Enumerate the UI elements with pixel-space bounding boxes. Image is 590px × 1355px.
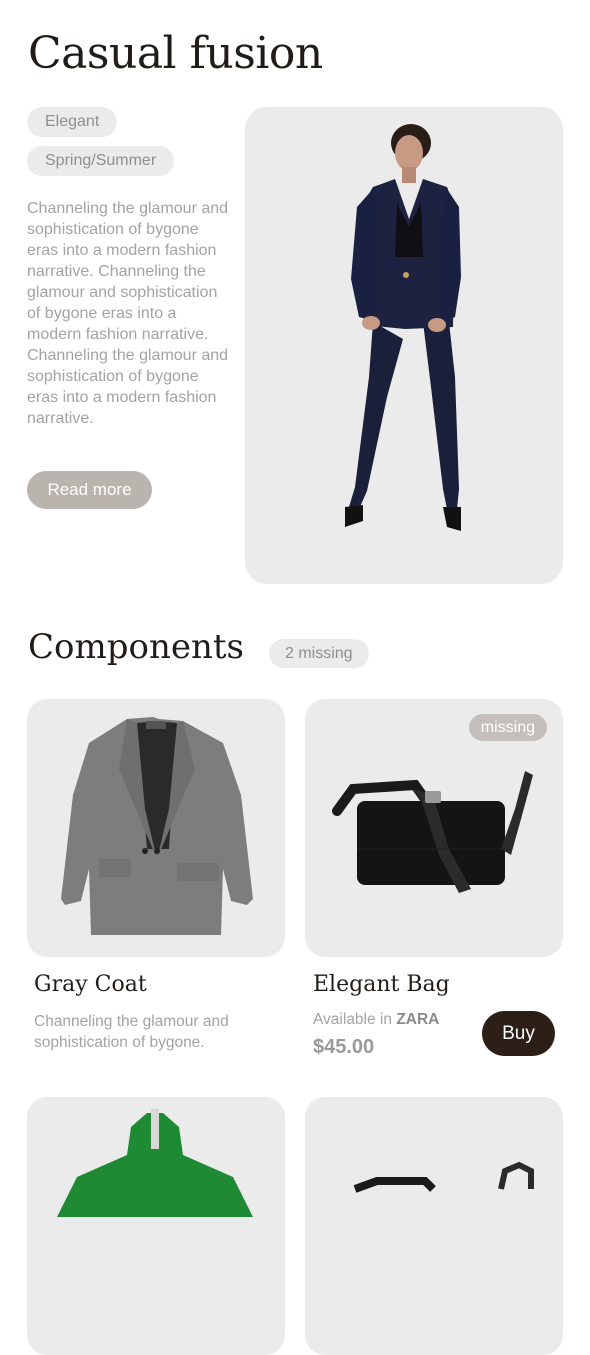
- component-name-gray-coat[interactable]: Gray Coat: [34, 972, 147, 997]
- price-label: $45.00: [313, 1036, 375, 1058]
- look-title: Casual fusion: [28, 28, 323, 79]
- look-hero-image: [245, 107, 563, 584]
- component-description-gray-coat: Channeling the glamour and sophisticatio…: [34, 1013, 229, 1051]
- store-name[interactable]: ZARA: [396, 1011, 439, 1028]
- read-more-button[interactable]: Read more: [27, 471, 152, 509]
- component-card-gray-coat[interactable]: [27, 699, 285, 957]
- green-jacket-image: [57, 1109, 253, 1217]
- availability-prefix: Available in: [313, 1011, 392, 1028]
- component-card-elegant-bag[interactable]: missing: [305, 699, 563, 957]
- gray-coat-image: [61, 717, 253, 935]
- buy-button[interactable]: Buy: [482, 1011, 555, 1056]
- component-name-elegant-bag[interactable]: Elegant Bag: [313, 972, 450, 997]
- accessory-image: [353, 1161, 534, 1193]
- missing-count-badge: 2 missing: [269, 639, 369, 668]
- missing-badge: missing: [468, 714, 547, 741]
- component-card-green-jacket[interactable]: [27, 1097, 285, 1355]
- availability-text: Available in ZARA: [313, 1011, 439, 1029]
- tag-elegant[interactable]: Elegant: [27, 107, 118, 137]
- components-title: Components: [28, 627, 244, 667]
- component-card-accessory[interactable]: [305, 1097, 563, 1355]
- tag-spring-summer[interactable]: Spring/Summer: [27, 146, 175, 176]
- look-description: Channeling the glamour and sophisticatio…: [27, 200, 229, 427]
